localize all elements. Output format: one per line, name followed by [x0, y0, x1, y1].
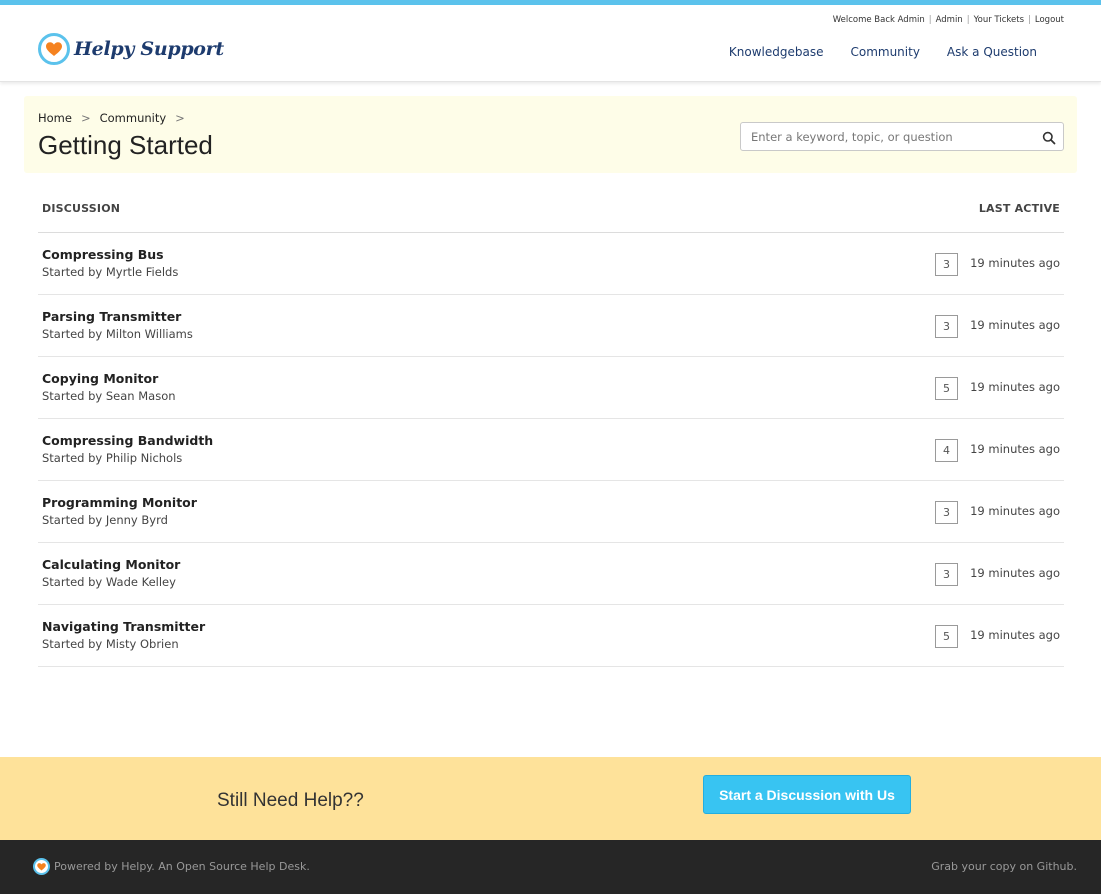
reply-count-badge: 4	[935, 439, 958, 462]
last-active-time: 19 minutes ago	[970, 256, 1060, 270]
discussion-author: Started by Myrtle Fields	[42, 265, 179, 279]
heart-icon	[38, 33, 70, 65]
reply-count-badge: 3	[935, 315, 958, 338]
table-row[interactable]: Navigating Transmitter Started by Misty …	[38, 605, 1064, 667]
breadcrumb-home[interactable]: Home	[38, 111, 72, 125]
breadcrumb-community[interactable]: Community	[100, 111, 167, 125]
discussion-title[interactable]: Parsing Transmitter	[42, 309, 181, 324]
discussion-author: Started by Milton Williams	[42, 327, 193, 341]
github-link[interactable]: Grab your copy on Github.	[931, 860, 1077, 873]
nav-ask-question[interactable]: Ask a Question	[947, 45, 1037, 59]
reply-count-badge: 3	[935, 563, 958, 586]
breadcrumb: Home > Community >	[38, 111, 194, 125]
user-links: Welcome Back Admin | Admin | Your Ticket…	[833, 15, 1064, 25]
nav-knowledgebase[interactable]: Knowledgebase	[729, 45, 824, 59]
separator: |	[928, 15, 932, 25]
footer-credit: Powered by Helpy. An Open Source Help De…	[33, 858, 310, 875]
discussion-table-header: DISCUSSION LAST ACTIVE	[38, 196, 1064, 233]
footer-powered-by[interactable]: Powered by Helpy. An Open Source Help De…	[54, 860, 310, 873]
table-row[interactable]: Compressing Bus Started by Myrtle Fields…	[38, 233, 1064, 295]
discussion-title[interactable]: Copying Monitor	[42, 371, 158, 386]
page-hero: Home > Community > Getting Started	[24, 96, 1077, 173]
main-nav: Knowledgebase Community Ask a Question	[729, 45, 1037, 59]
discussion-title[interactable]: Compressing Bus	[42, 247, 164, 262]
reply-count-badge: 3	[935, 253, 958, 276]
your-tickets-link[interactable]: Your Tickets	[974, 15, 1024, 25]
discussion-author: Started by Wade Kelley	[42, 575, 176, 589]
discussion-list: Compressing Bus Started by Myrtle Fields…	[38, 233, 1064, 667]
logout-link[interactable]: Logout	[1035, 15, 1064, 25]
column-header-discussion: DISCUSSION	[42, 202, 121, 215]
reply-count-badge: 5	[935, 377, 958, 400]
discussion-title[interactable]: Navigating Transmitter	[42, 619, 205, 634]
reply-count-badge: 3	[935, 501, 958, 524]
search-input[interactable]	[741, 123, 1035, 150]
last-active-time: 19 minutes ago	[970, 318, 1060, 332]
table-row[interactable]: Parsing Transmitter Started by Milton Wi…	[38, 295, 1064, 357]
breadcrumb-separator: >	[80, 111, 91, 125]
last-active-time: 19 minutes ago	[970, 566, 1060, 580]
breadcrumb-separator: >	[175, 111, 185, 125]
welcome-text: Welcome Back Admin	[832, 15, 925, 25]
discussion-title[interactable]: Compressing Bandwidth	[42, 433, 213, 448]
separator: |	[1028, 15, 1031, 25]
nav-community[interactable]: Community	[850, 45, 919, 59]
admin-link[interactable]: Admin	[936, 15, 963, 25]
reply-count-badge: 5	[935, 625, 958, 648]
search-icon[interactable]	[1042, 130, 1056, 145]
last-active-time: 19 minutes ago	[970, 442, 1060, 456]
help-cta-band: Still Need Help?? Start a Discussion wit…	[0, 757, 1101, 840]
discussion-author: Started by Misty Obrien	[42, 637, 179, 651]
last-active-time: 19 minutes ago	[970, 504, 1060, 518]
discussion-author: Started by Jenny Byrd	[42, 513, 168, 527]
heart-icon	[33, 858, 50, 875]
discussion-author: Started by Philip Nichols	[42, 451, 183, 465]
column-header-last-active: LAST ACTIVE	[978, 202, 1060, 215]
logo-text: Helpy Support	[74, 38, 224, 60]
separator: |	[966, 15, 970, 25]
last-active-time: 19 minutes ago	[970, 380, 1060, 394]
search-box	[740, 122, 1064, 151]
last-active-time: 19 minutes ago	[970, 628, 1060, 642]
site-header: Welcome Back Admin | Admin | Your Ticket…	[0, 5, 1101, 82]
table-row[interactable]: Compressing Bandwidth Started by Philip …	[38, 419, 1064, 481]
table-row[interactable]: Copying Monitor Started by Sean Mason 5 …	[38, 357, 1064, 419]
discussion-title[interactable]: Calculating Monitor	[42, 557, 180, 572]
table-row[interactable]: Calculating Monitor Started by Wade Kell…	[38, 543, 1064, 605]
table-row[interactable]: Programming Monitor Started by Jenny Byr…	[38, 481, 1064, 543]
start-discussion-button[interactable]: Start a Discussion with Us	[703, 775, 911, 814]
discussion-author: Started by Sean Mason	[42, 389, 176, 403]
site-footer: Powered by Helpy. An Open Source Help De…	[0, 840, 1101, 894]
discussion-title[interactable]: Programming Monitor	[42, 495, 197, 510]
page-title: Getting Started	[38, 130, 213, 160]
cta-text: Still Need Help??	[217, 790, 364, 811]
logo[interactable]: Helpy Support	[38, 33, 224, 65]
